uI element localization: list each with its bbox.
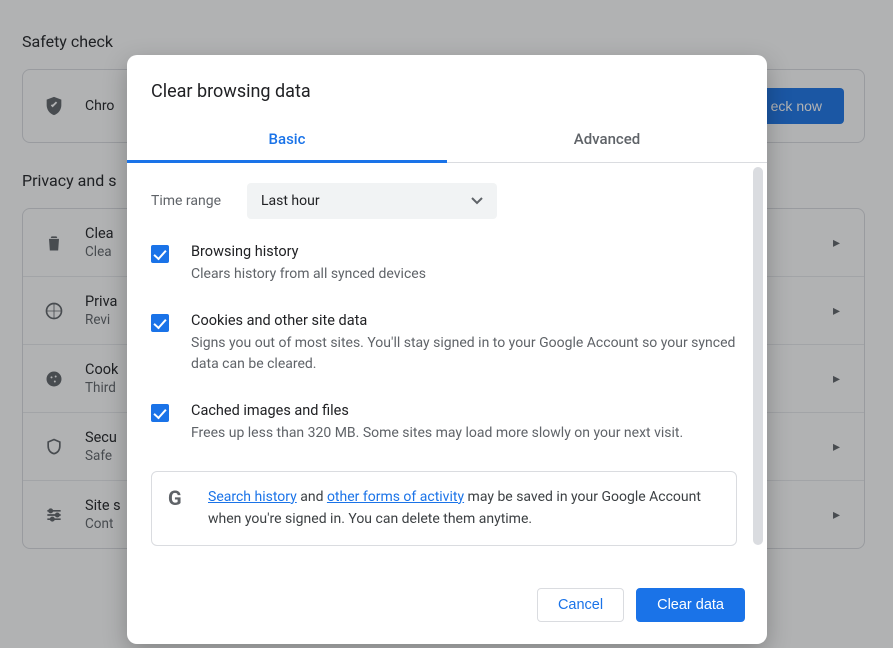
clear-browsing-data-dialog: Clear browsing data Basic Advanced Time … (127, 55, 767, 644)
checkbox-cache[interactable] (151, 404, 169, 422)
time-range-row: Time range Last hour (151, 183, 737, 219)
tab-basic[interactable]: Basic (127, 120, 447, 162)
option-cache: Cached images and files Frees up less th… (151, 402, 737, 445)
tab-advanced[interactable]: Advanced (447, 120, 767, 162)
option-description: Frees up less than 320 MB. Some sites ma… (191, 423, 683, 445)
option-title: Browsing history (191, 243, 426, 260)
time-range-label: Time range (151, 193, 247, 209)
dialog-title: Clear browsing data (127, 55, 767, 120)
checkbox-browsing-history[interactable] (151, 245, 169, 263)
link-other-activity[interactable]: other forms of activity (327, 489, 464, 505)
link-search-history[interactable]: Search history (208, 489, 297, 505)
google-account-notice: G Search history and other forms of acti… (151, 471, 737, 546)
notice-text: and (297, 489, 327, 505)
chevron-down-icon (471, 197, 483, 205)
clear-data-button[interactable]: Clear data (636, 588, 745, 622)
google-logo-icon: G (168, 488, 190, 508)
dialog-body: Time range Last hour Browsing history Cl… (127, 163, 767, 565)
option-description: Clears history from all synced devices (191, 264, 426, 286)
option-title: Cached images and files (191, 402, 683, 419)
time-range-value: Last hour (261, 193, 320, 209)
time-range-select[interactable]: Last hour (247, 183, 497, 219)
scrollbar[interactable] (753, 167, 763, 561)
option-cookies: Cookies and other site data Signs you ou… (151, 312, 737, 376)
cancel-button[interactable]: Cancel (537, 588, 624, 622)
option-browsing-history: Browsing history Clears history from all… (151, 243, 737, 286)
scrollbar-thumb[interactable] (753, 167, 763, 545)
dialog-tabs: Basic Advanced (127, 120, 767, 163)
option-title: Cookies and other site data (191, 312, 737, 329)
notice-message: Search history and other forms of activi… (208, 486, 720, 531)
dialog-actions: Cancel Clear data (127, 565, 767, 644)
checkbox-cookies[interactable] (151, 314, 169, 332)
option-description: Signs you out of most sites. You'll stay… (191, 333, 737, 376)
